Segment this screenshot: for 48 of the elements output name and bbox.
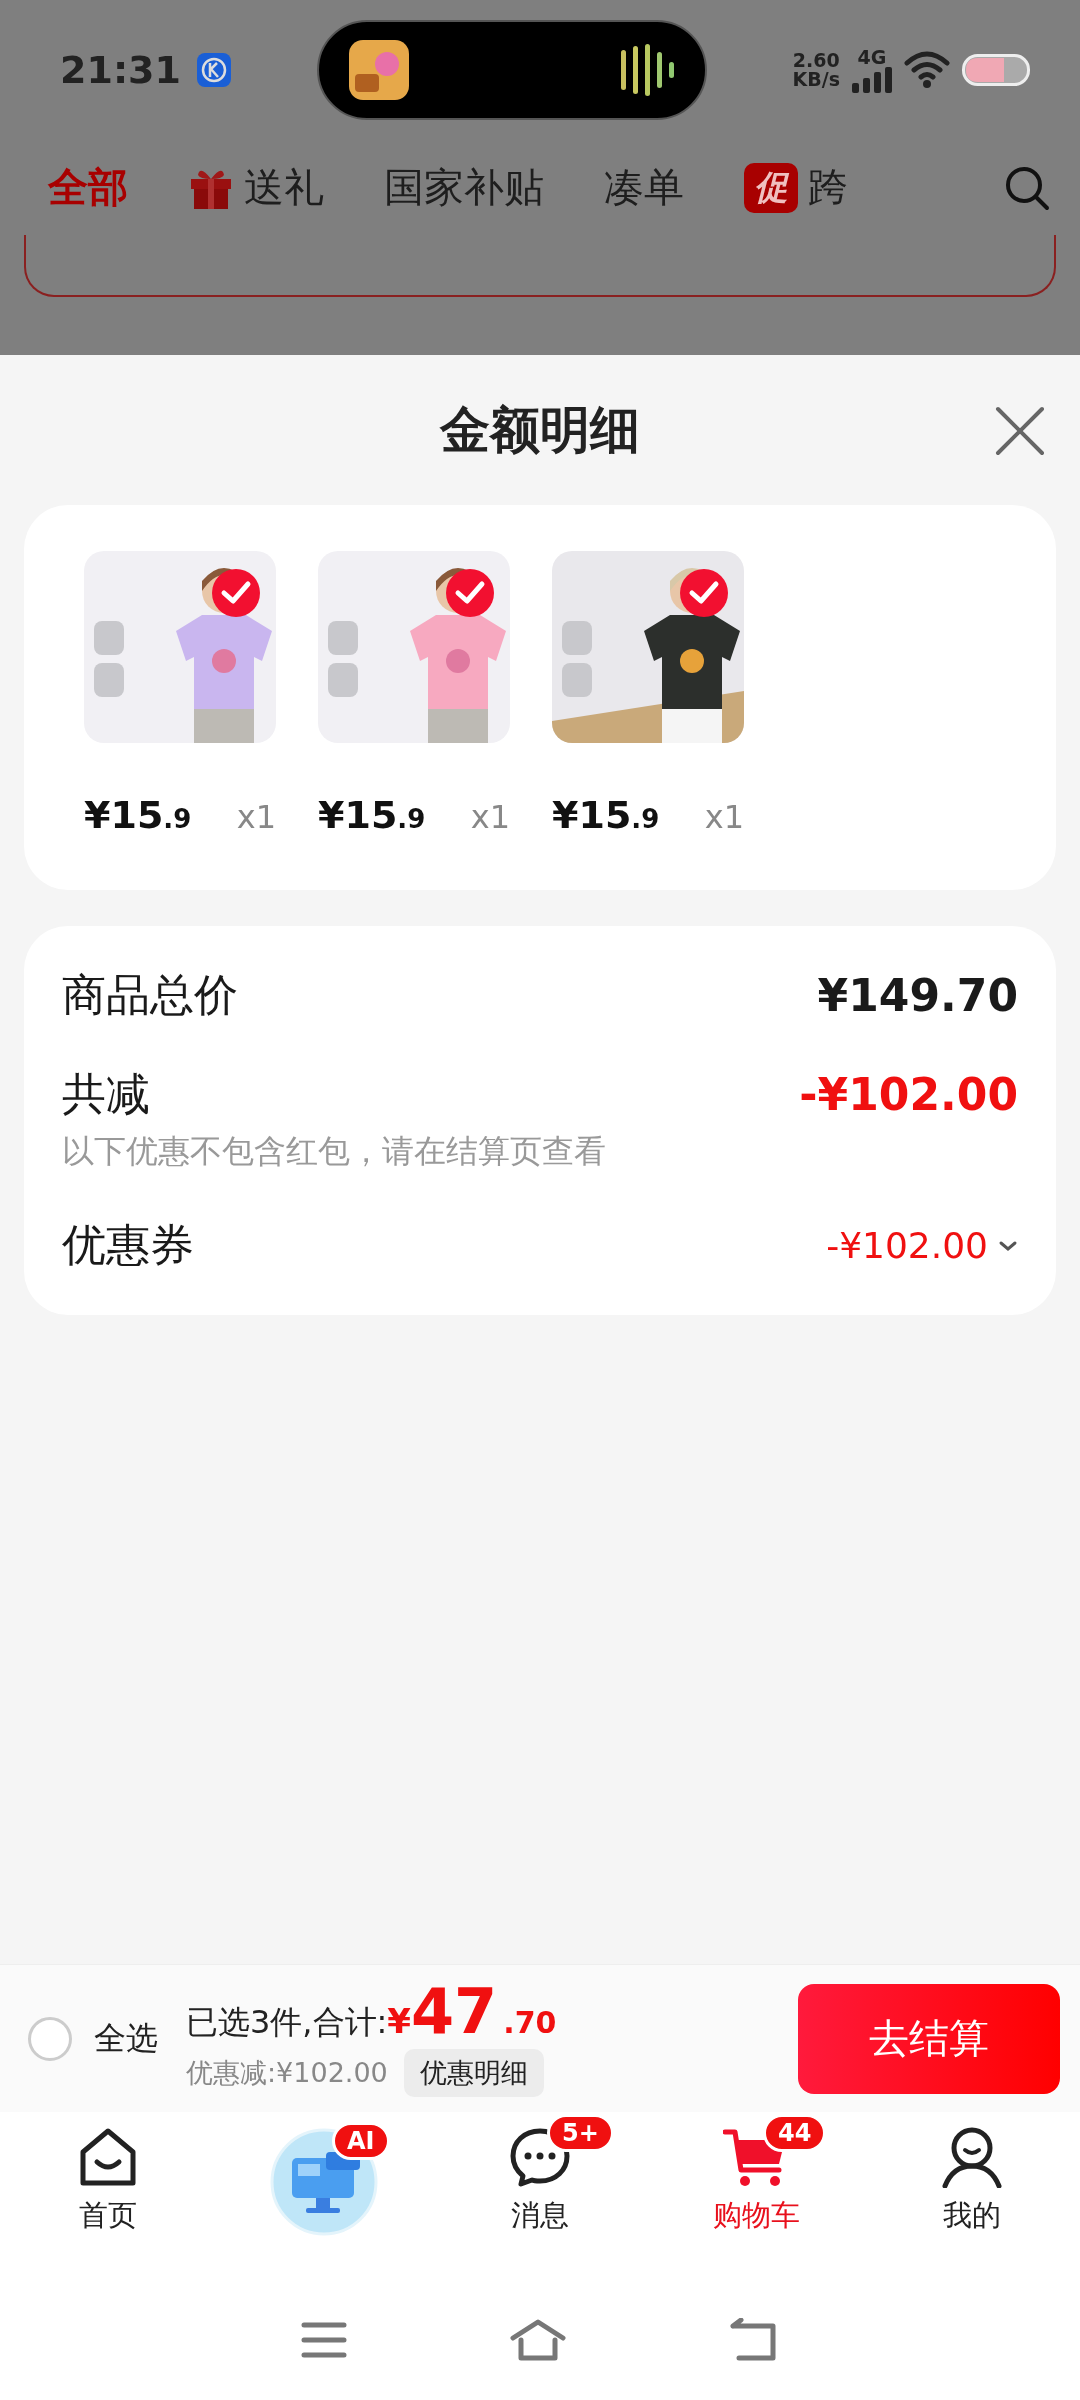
nav-tab[interactable]: AI xyxy=(216,2122,432,2236)
home-icon[interactable] xyxy=(509,2318,567,2362)
discount-note: 以下优惠不包含红包，请在结算页查看 xyxy=(62,1131,607,1172)
network-speed-unit: KB/s xyxy=(792,70,840,89)
select-all-label[interactable]: 全选 xyxy=(94,2016,158,2061)
selected-summary: 已选3件,合计: xyxy=(186,2001,388,2043)
nav-tab[interactable]: 我的 xyxy=(864,2122,1080,2236)
discount-label: 共减 xyxy=(62,1067,150,1121)
ai-badge: AI xyxy=(332,2122,390,2160)
promo-badge: 促 xyxy=(744,162,798,213)
chevron-down-icon[interactable] xyxy=(998,1239,1018,1252)
discount-detail-button[interactable]: 优惠明细 xyxy=(403,2048,544,2097)
coupon-label: 优惠券 xyxy=(62,1218,194,1272)
wifi-icon xyxy=(904,51,950,89)
total-cents: .70 xyxy=(503,2004,557,2040)
total-amount: 47 xyxy=(411,1980,498,2043)
profile-icon xyxy=(941,2126,1003,2188)
battery-icon xyxy=(962,54,1030,86)
discount-value: -¥102.00 xyxy=(799,1069,1018,1120)
category-tab[interactable]: 凑单 xyxy=(604,160,684,215)
menu-icon[interactable] xyxy=(301,2321,347,2359)
signal-icon xyxy=(852,66,892,93)
item-quantity: x1 xyxy=(236,798,276,836)
count-badge: 5+ xyxy=(547,2114,614,2152)
category-tab[interactable]: 促 跨 xyxy=(744,160,848,215)
status-time: 21:31 xyxy=(60,48,181,92)
total-label: 商品总价 xyxy=(62,968,238,1022)
item-price: ¥15.9 xyxy=(552,793,660,837)
search-icon[interactable] xyxy=(1004,164,1050,211)
checkout-button[interactable]: 去结算 xyxy=(798,1983,1060,2094)
coupon-value[interactable]: -¥102.00 xyxy=(826,1225,988,1266)
item-price: ¥15.9 xyxy=(84,793,192,837)
item-price: ¥15.9 xyxy=(318,793,426,837)
currency-symbol: ¥ xyxy=(387,2000,411,2041)
network-type: 4G xyxy=(857,47,887,67)
select-all-checkbox[interactable] xyxy=(28,2016,72,2061)
app-notification-icon xyxy=(196,53,231,87)
item-quantity: x1 xyxy=(470,798,510,836)
category-tab[interactable]: 送礼 xyxy=(188,160,324,215)
nav-tab[interactable]: 首页 xyxy=(0,2122,216,2236)
network-speed: 2.60 xyxy=(792,51,840,70)
saving-text: 优惠减:¥102.00 xyxy=(186,2055,388,2090)
app-icon xyxy=(348,40,409,100)
total-value: ¥149.70 xyxy=(817,970,1018,1021)
back-icon[interactable] xyxy=(729,2318,779,2362)
sheet-title: 金额明细 xyxy=(440,399,640,461)
item-quantity: x1 xyxy=(704,798,744,836)
category-tab[interactable]: 国家补贴 xyxy=(384,160,544,215)
